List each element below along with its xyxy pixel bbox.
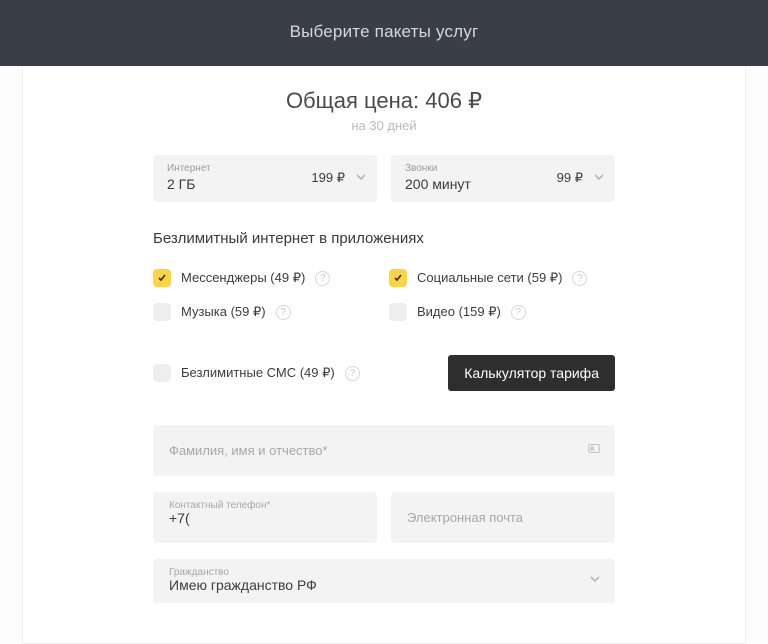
page-title: Выберите пакеты услуг — [290, 22, 479, 41]
phone-value: +7( — [169, 510, 361, 526]
price-period: на 30 дней — [153, 118, 615, 133]
internet-value: 2 ГБ — [167, 176, 311, 192]
page-body: Общая цена: 406 ₽ на 30 дней Интернет 2 … — [22, 66, 746, 644]
citizenship-value: Имею гражданство РФ — [169, 577, 599, 593]
tariff-calculator-button[interactable]: Калькулятор тарифа — [448, 355, 615, 391]
option-label: Безлимитные СМС (49 ₽) — [181, 365, 335, 381]
internet-selector[interactable]: Интернет 2 ГБ 199 ₽ — [153, 155, 377, 202]
help-icon[interactable]: ? — [511, 305, 526, 320]
fio-placeholder: Фамилия, имя и отчество* — [169, 443, 328, 458]
total-price-block: Общая цена: 406 ₽ на 30 дней — [153, 66, 615, 133]
option-social[interactable]: Социальные сети (59 ₽) ? — [389, 269, 615, 287]
price-amount: 406 ₽ — [425, 88, 482, 113]
checkbox-icon — [153, 364, 171, 382]
help-icon[interactable]: ? — [315, 271, 330, 286]
checkbox-icon — [389, 269, 407, 287]
option-label: Мессенджеры (49 ₽) — [181, 270, 305, 286]
calls-selector[interactable]: Звонки 200 минут 99 ₽ — [391, 155, 615, 202]
phone-input[interactable]: Контактный телефон* +7( — [153, 492, 377, 543]
checkbox-icon — [389, 303, 407, 321]
phone-label: Контактный телефон* — [169, 500, 270, 511]
help-icon[interactable]: ? — [345, 366, 360, 381]
price-label: Общая цена: — [286, 88, 425, 113]
checkbox-icon — [153, 269, 171, 287]
chevron-down-icon — [355, 170, 367, 188]
option-music[interactable]: Музыка (59 ₽) ? — [153, 303, 379, 321]
contact-card-icon — [587, 441, 601, 460]
email-placeholder: Электронная почта — [407, 510, 523, 525]
page-header: Выберите пакеты услуг — [0, 0, 768, 66]
chevron-down-icon — [593, 170, 605, 188]
unlimited-apps-title: Безлимитный интернет в приложениях — [153, 230, 615, 247]
checkbox-icon — [153, 303, 171, 321]
option-label: Музыка (59 ₽) — [181, 304, 266, 320]
help-icon[interactable]: ? — [276, 305, 291, 320]
chevron-down-icon — [589, 572, 601, 590]
calls-value: 200 минут — [405, 176, 557, 192]
calls-label: Звонки — [405, 163, 557, 174]
option-messengers[interactable]: Мессенджеры (49 ₽) ? — [153, 269, 379, 287]
email-input[interactable]: Электронная почта — [391, 492, 615, 543]
option-label: Социальные сети (59 ₽) — [417, 270, 562, 286]
fio-input[interactable]: Фамилия, имя и отчество* — [153, 425, 615, 476]
citizenship-select[interactable]: Гражданство Имею гражданство РФ — [153, 559, 615, 603]
internet-label: Интернет — [167, 163, 311, 174]
citizenship-label: Гражданство — [169, 567, 229, 578]
option-video[interactable]: Видео (159 ₽) ? — [389, 303, 615, 321]
internet-price: 199 ₽ — [311, 170, 345, 186]
calls-price: 99 ₽ — [557, 170, 583, 186]
option-unlimited-sms[interactable]: Безлимитные СМС (49 ₽) ? — [153, 364, 360, 382]
option-label: Видео (159 ₽) — [417, 304, 501, 320]
help-icon[interactable]: ? — [572, 271, 587, 286]
